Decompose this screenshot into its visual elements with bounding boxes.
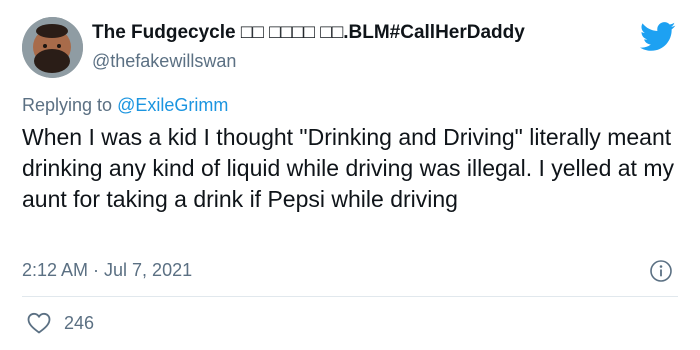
tweet-timestamp[interactable]: 2:12 AM · Jul 7, 2021: [22, 260, 192, 281]
replying-to: Replying to @ExileGrimm: [22, 95, 228, 116]
avatar-image: [22, 17, 83, 78]
tweet-card: The Fudgecycle □□ □□□□ □□.BLM#CallHerDad…: [0, 0, 700, 350]
tweet-text: When I was a kid I thought "Drinking and…: [22, 124, 674, 212]
heart-icon[interactable]: [26, 311, 52, 335]
avatar[interactable]: [22, 17, 83, 78]
display-name[interactable]: The Fudgecycle □□ □□□□ □□.BLM#CallHerDad…: [92, 22, 525, 44]
divider: [22, 296, 678, 297]
like-count: 246: [64, 313, 95, 333]
info-icon[interactable]: [649, 259, 673, 283]
replying-to-label: Replying to: [22, 95, 118, 115]
user-handle[interactable]: @thefakewillswan: [92, 51, 236, 72]
twitter-bird-icon[interactable]: [640, 22, 676, 52]
replying-to-mention[interactable]: @ExileGrimm: [117, 95, 228, 115]
